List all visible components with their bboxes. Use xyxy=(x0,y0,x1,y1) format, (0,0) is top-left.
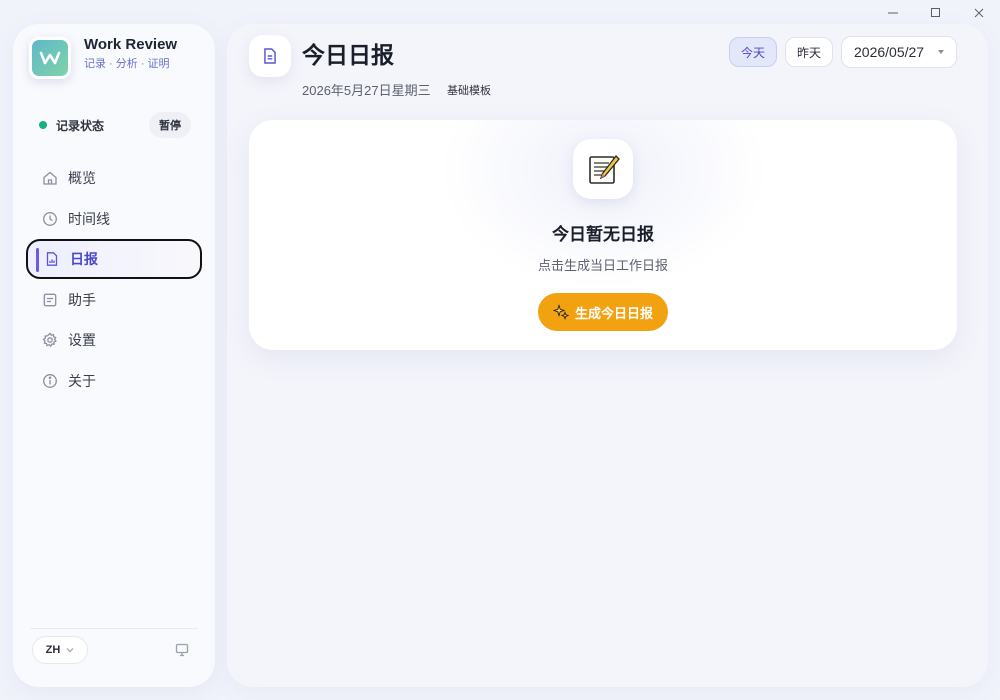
sidebar-item-label: 关于 xyxy=(68,372,96,389)
sidebar-item-label: 设置 xyxy=(68,332,96,349)
sidebar-item-settings[interactable]: 设置 xyxy=(26,320,202,360)
sidebar-item-overview[interactable]: 概览 xyxy=(26,158,202,198)
report-icon xyxy=(44,251,60,267)
language-label: ZH xyxy=(45,644,61,656)
pause-button[interactable]: 暂停 xyxy=(149,112,191,138)
main-panel: 今日日报 2026年5月27日星期三 基础模板 今天 昨天 2026/05/27… xyxy=(227,24,988,687)
status-dot xyxy=(39,121,47,129)
monitor-icon[interactable] xyxy=(174,642,190,658)
maximize-icon[interactable] xyxy=(914,0,957,26)
sidebar-item-label: 日报 xyxy=(70,251,98,268)
sidebar-nav: 概览 时间线 日报 助手 设置 关于 xyxy=(26,158,202,402)
memo-icon xyxy=(573,139,633,199)
date-value: 2026/05/27 xyxy=(854,44,925,60)
info-icon xyxy=(42,373,58,389)
sparkles-icon xyxy=(552,304,569,320)
sidebar-item-label: 时间线 xyxy=(68,210,110,227)
caret-down-icon xyxy=(938,50,944,54)
template-tag[interactable]: 基础模板 xyxy=(447,83,491,99)
date-picker[interactable]: 2026/05/27 xyxy=(841,36,957,68)
document-icon xyxy=(249,35,291,77)
close-icon[interactable] xyxy=(957,0,1000,26)
minimize-icon[interactable] xyxy=(871,0,914,26)
sidebar-item-label: 概览 xyxy=(68,170,96,186)
sidebar-item-label: 助手 xyxy=(68,291,96,308)
yesterday-button[interactable]: 昨天 xyxy=(784,37,833,67)
generate-report-label: 生成今日日报 xyxy=(574,305,653,321)
app-title: Work Review xyxy=(84,36,178,53)
status-label: 记录状态 xyxy=(56,118,105,133)
sidebar-divider xyxy=(30,628,198,629)
brand: Work Review 记录 · 分析 · 证明 xyxy=(29,36,178,79)
assistant-icon xyxy=(42,292,58,308)
sidebar-item-assistant[interactable]: 助手 xyxy=(26,280,202,320)
window-controls xyxy=(871,0,1000,26)
empty-state-title: 今日暂无日报 xyxy=(552,225,654,244)
generate-report-button[interactable]: 生成今日日报 xyxy=(538,293,668,331)
sidebar-item-daily-report[interactable]: 日报 xyxy=(26,239,202,280)
home-icon xyxy=(42,170,58,186)
sidebar-item-about[interactable]: 关于 xyxy=(26,361,202,401)
chevron-down-icon xyxy=(66,647,74,653)
language-selector[interactable]: ZH xyxy=(32,636,88,664)
app-subtitle: 记录 · 分析 · 证明 xyxy=(84,58,170,70)
page-title: 今日日报 xyxy=(302,42,394,68)
sidebar-item-timeline[interactable]: 时间线 xyxy=(26,199,202,239)
gear-icon xyxy=(42,332,58,348)
recording-status: 记录状态 暂停 xyxy=(39,111,191,139)
date-controls: 今天 昨天 2026/05/27 xyxy=(721,36,957,68)
clock-icon xyxy=(42,211,58,227)
page-date: 2026年5月27日星期三 xyxy=(302,83,431,98)
empty-report-card: 今日暂无日报 点击生成当日工作日报 生成今日日报 xyxy=(249,120,957,350)
app-logo-icon xyxy=(29,37,71,79)
sidebar: Work Review 记录 · 分析 · 证明 记录状态 暂停 概览 时间线 … xyxy=(13,24,215,687)
empty-state-description: 点击生成当日工作日报 xyxy=(537,258,668,273)
today-button[interactable]: 今天 xyxy=(728,37,777,67)
